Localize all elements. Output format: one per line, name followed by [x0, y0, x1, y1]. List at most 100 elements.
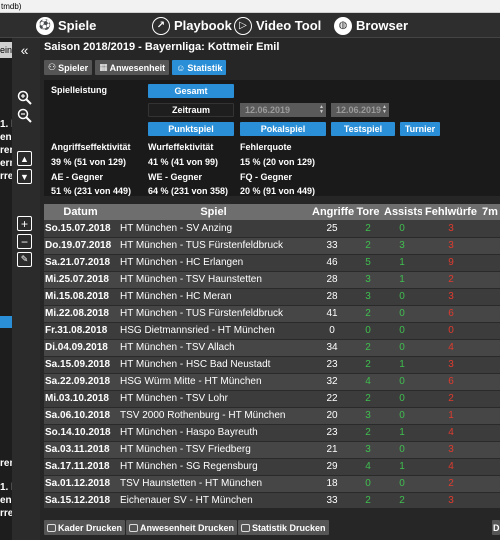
kader-drucken-button[interactable]: Kader Drucken	[44, 520, 126, 535]
nav-spiele-label: Spiele	[58, 18, 97, 33]
zeitraum-toggle[interactable]: Zeitraum	[148, 103, 234, 117]
stat-label-fehlerquote: Fehlerquote	[240, 142, 292, 152]
date-from-input[interactable]: 12.06.2019 ▲ ▼	[240, 103, 326, 117]
anwesenheit-drucken-button[interactable]: Anwesenheit Drucken	[126, 520, 238, 535]
nav-spiele[interactable]: ⚽ Spiele	[36, 13, 96, 38]
table-row[interactable]: Di.04.09.2018 HT München - TSV Allach 34 2 0…	[44, 339, 500, 357]
header-7m[interactable]: 7m	[480, 204, 500, 220]
move-up-icon[interactable]: ▲	[17, 151, 32, 166]
add-icon[interactable]: +	[17, 216, 32, 231]
cell-tore: 0	[354, 475, 382, 493]
table-row[interactable]: So.15.07.2018 HT München - SV Anzing 25 2 0 3	[44, 220, 500, 238]
left-panel-text: en	[0, 495, 12, 506]
cell-angriffe: 33	[310, 492, 354, 508]
cell-tore: 3	[354, 407, 382, 425]
filter-punktspiel[interactable]: Punktspiel	[148, 122, 234, 136]
table-row[interactable]: Sa.01.12.2018 TSV Haunstetten - HT Münche…	[44, 475, 500, 493]
cell-fehlwuerfe: 2	[422, 271, 480, 289]
date-to-spinner-icon[interactable]: ▲ ▼	[382, 105, 387, 115]
cell-angriffe: 21	[310, 441, 354, 459]
cell-7m	[480, 322, 500, 340]
left-panel-edge: ein 1. l en rer ern rre ren 1. l en rre	[0, 38, 12, 540]
edit-icon[interactable]: ✎	[17, 252, 32, 267]
table-row[interactable]: Sa.03.11.2018 HT München - TSV Friedberg 2…	[44, 441, 500, 459]
move-down-icon[interactable]: ▼	[17, 169, 32, 184]
header-tore[interactable]: Tore	[354, 204, 382, 220]
table-row[interactable]: So.14.10.2018 HT München - Haspo Bayreuth…	[44, 424, 500, 442]
nav-video-tool-label: Video Tool	[256, 18, 322, 33]
header-assists[interactable]: Assists	[382, 204, 422, 220]
cell-spiel: HT München - HSC Bad Neustadt	[117, 356, 310, 374]
table-row[interactable]: Sa.17.11.2018 HT München - SG Regensburg 2…	[44, 458, 500, 476]
table-row[interactable]: Mi.25.07.2018 HT München - TSV Haunstette…	[44, 271, 500, 289]
date-from-spinner-icon[interactable]: ▲ ▼	[319, 105, 324, 115]
printer-icon	[47, 523, 56, 532]
panel-title: Spielleistung	[51, 85, 108, 95]
nav-playbook-label: Playbook	[174, 18, 232, 33]
statistik-drucken-label: Statistik Drucken	[252, 522, 326, 533]
table-body: So.15.07.2018 HT München - SV Anzing 25 2 0 3…	[44, 220, 500, 508]
cell-assists: 1	[382, 271, 422, 289]
table-row[interactable]: Mi.03.10.2018 HT München - TSV Lohr 22 2 0 2	[44, 390, 500, 408]
date-to-input[interactable]: 12.06.2019 ▲ ▼	[331, 103, 389, 117]
cell-fehlwuerfe: 1	[422, 407, 480, 425]
filter-turnier[interactable]: Turnier	[400, 122, 440, 136]
cell-angriffe: 25	[310, 220, 354, 238]
nav-video-tool[interactable]: ▷ Video Tool	[234, 13, 321, 38]
cell-datum: Sa.01.12.2018	[44, 475, 117, 493]
cell-spiel: HT München - SG Regensburg	[117, 458, 310, 476]
table-row[interactable]: Mi.22.08.2018 HT München - TUS Fürstenfel…	[44, 305, 500, 323]
zoom-out-icon[interactable]	[17, 108, 32, 123]
cell-fehlwuerfe: 2	[422, 475, 480, 493]
cell-fehlwuerfe: 3	[422, 220, 480, 238]
cell-spiel: TSV 2000 Rothenburg - HT München	[117, 407, 310, 425]
calendar-icon: ▦	[99, 62, 108, 72]
table-row[interactable]: Sa.15.09.2018 HT München - HSC Bad Neusta…	[44, 356, 500, 374]
filter-pokalspiel[interactable]: Pokalspiel	[240, 122, 326, 136]
nav-playbook[interactable]: ↗ Playbook	[152, 13, 232, 38]
stat-value-we-gegner: 64 % (231 von 358)	[148, 186, 229, 196]
cell-assists: 0	[382, 288, 422, 306]
table-row[interactable]: Do.19.07.2018 HT München - TUS Fürstenfel…	[44, 237, 500, 255]
cell-7m	[480, 492, 500, 508]
cell-tore: 2	[354, 237, 382, 255]
cell-spiel: HT München - TSV Allach	[117, 339, 310, 357]
statistik-drucken-button[interactable]: Statistik Drucken	[238, 520, 329, 535]
collapse-left-icon[interactable]: «	[17, 42, 32, 58]
table-row[interactable]: Sa.15.12.2018 Eichenauer SV - HT München 3…	[44, 492, 500, 508]
cell-7m	[480, 441, 500, 459]
cell-tore: 2	[354, 356, 382, 374]
cell-datum: Mi.22.08.2018	[44, 305, 117, 323]
header-angriffe[interactable]: Angriffe	[310, 204, 354, 220]
games-table-container[interactable]: Datum Spiel Angriffe Tore Assists Fehlwü…	[44, 204, 500, 508]
cell-7m	[480, 356, 500, 374]
nav-browser[interactable]: ◍ Browser	[334, 13, 408, 38]
tab-statistik[interactable]: ☺ Statistik	[172, 60, 227, 75]
right-edge-button[interactable]: D	[492, 520, 500, 535]
cell-angriffe: 23	[310, 356, 354, 374]
table-row[interactable]: Fr.31.08.2018 HSG Dietmannsried - HT Münc…	[44, 322, 500, 340]
remove-icon[interactable]: −	[17, 234, 32, 249]
stat-value-angriffseffektivitaet: 39 % (51 von 129)	[51, 157, 127, 167]
cell-datum: Sa.06.10.2018	[44, 407, 117, 425]
header-spiel[interactable]: Spiel	[117, 204, 310, 220]
left-panel-button[interactable]: ein	[0, 42, 12, 58]
window-titlebar: tmdb)	[0, 0, 500, 13]
cell-tore: 2	[354, 305, 382, 323]
cell-assists: 0	[382, 475, 422, 493]
left-panel-selection[interactable]	[0, 316, 12, 328]
gesamt-button[interactable]: Gesamt	[148, 84, 234, 98]
tab-anwesenheit[interactable]: ▦ Anwesenheit	[95, 60, 170, 75]
tab-spieler[interactable]: ⚇ Spieler	[44, 60, 93, 75]
filter-testspiel[interactable]: Testspiel	[331, 122, 395, 136]
table-row[interactable]: Sa.21.07.2018 HT München - HC Erlangen 46 5…	[44, 254, 500, 272]
table-row[interactable]: Sa.22.09.2018 HSG Würm Mitte - HT München…	[44, 373, 500, 391]
zoom-in-icon[interactable]	[17, 90, 32, 105]
left-panel-text: ren	[0, 458, 12, 469]
table-row[interactable]: Mi.15.08.2018 HT München - HC Meran 28 3 0 3	[44, 288, 500, 306]
header-datum[interactable]: Datum	[44, 204, 117, 220]
header-fehlwuerfe[interactable]: Fehlwürfe	[422, 204, 480, 220]
cell-angriffe: 20	[310, 407, 354, 425]
table-row[interactable]: Sa.06.10.2018 TSV 2000 Rothenburg - HT Mü…	[44, 407, 500, 425]
date-from-value: 12.06.2019	[245, 105, 291, 115]
